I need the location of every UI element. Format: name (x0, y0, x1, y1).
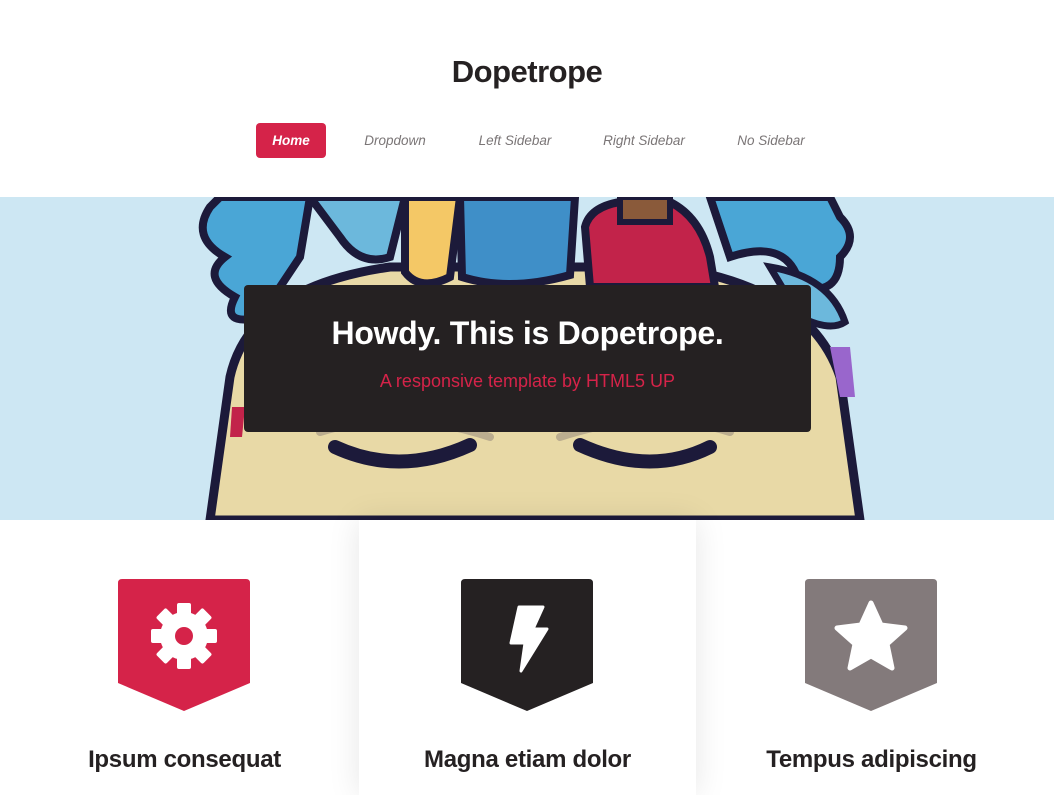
nav-item-no-sidebar[interactable]: No Sidebar (728, 123, 814, 158)
feature-card-2: Magna etiam dolor (359, 520, 696, 795)
bolt-icon (461, 579, 593, 711)
feature-title: Ipsum consequat (88, 746, 281, 773)
nav-item-left-sidebar[interactable]: Left Sidebar (470, 123, 560, 158)
feature-card-3: Tempus adipiscing (703, 520, 1040, 795)
main-nav: Home Dropdown Left Sidebar Right Sidebar… (0, 123, 1054, 158)
nav-item-home[interactable]: Home (256, 123, 326, 158)
hero-banner: Howdy. This is Dopetrope. A responsive t… (0, 197, 1054, 520)
banner-title: Howdy. This is Dopetrope. (331, 315, 724, 351)
feature-card-1: Ipsum consequat (16, 520, 353, 795)
features-section: Ipsum consequat Magna etiam dolor Tempus… (0, 520, 1054, 795)
star-icon (805, 579, 937, 711)
site-logo[interactable]: Dopetrope (0, 54, 1054, 90)
banner-subtitle[interactable]: A responsive template by HTML5 UP (244, 371, 811, 392)
nav-item-right-sidebar[interactable]: Right Sidebar (595, 123, 693, 158)
feature-title: Tempus adipiscing (766, 746, 977, 773)
gear-icon (118, 579, 250, 711)
site-header: Dopetrope Home Dropdown Left Sidebar Rig… (0, 0, 1054, 197)
feature-title: Magna etiam dolor (424, 746, 631, 773)
nav-item-dropdown[interactable]: Dropdown (356, 123, 434, 158)
banner-caption-box: Howdy. This is Dopetrope. A responsive t… (244, 285, 811, 432)
